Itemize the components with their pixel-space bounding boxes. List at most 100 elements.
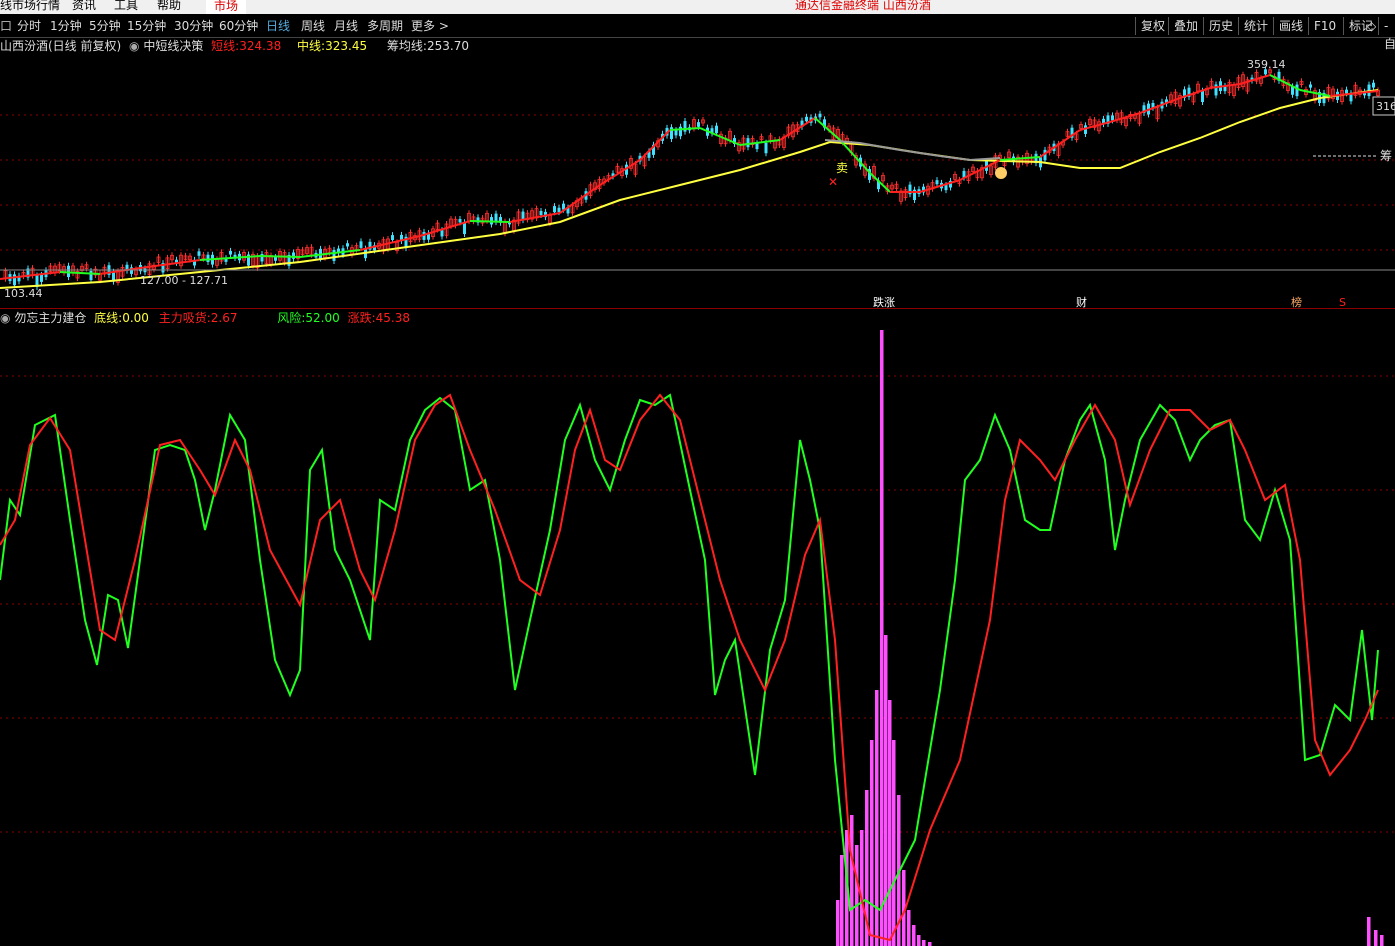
- risk-value: 52.00: [305, 311, 340, 325]
- short-line-segment: [1139, 97, 1181, 114]
- absorb-bar: [917, 935, 921, 946]
- candle-body: [679, 126, 682, 137]
- market-tab[interactable]: 市场: [206, 0, 246, 14]
- money-bag-icon: [995, 167, 1007, 179]
- candle-body: [746, 138, 750, 148]
- sub-grid: [0, 375, 1395, 833]
- short-line-segment: [739, 139, 781, 146]
- short-line-segment: [639, 129, 671, 161]
- candle-body: [674, 130, 678, 136]
- short-line-segment: [919, 179, 961, 193]
- candle-body: [332, 249, 336, 261]
- menu-item-market-quotes[interactable]: 线市场行情: [0, 0, 60, 12]
- overlay-button[interactable]: 叠加: [1168, 17, 1203, 35]
- high-price-mark: 359.14: [1247, 58, 1286, 71]
- absorb-bar: [928, 942, 932, 946]
- candle-body: [805, 116, 808, 122]
- candle-body: [1372, 82, 1375, 88]
- stats-button[interactable]: 统计: [1238, 17, 1273, 35]
- candle-body: [944, 185, 948, 191]
- absorb-bar: [1380, 935, 1384, 946]
- period-tab-1min[interactable]: 1分钟: [50, 15, 82, 37]
- candle-body: [557, 207, 561, 213]
- menu-item-news[interactable]: 资讯: [72, 0, 96, 12]
- draw-button[interactable]: 画线: [1273, 17, 1308, 35]
- candle-body: [391, 235, 394, 241]
- short-line-segment: [959, 159, 1001, 181]
- candle-body: [440, 230, 444, 237]
- low-price-mark-left: 103.44: [4, 287, 43, 300]
- right-price-label: 316: [1376, 100, 1395, 113]
- sub-chart-header: ◉ 勿忘主力建仓 底线:0.00 主力吸货:2.67 风险:52.00 涨跌:4…: [0, 310, 410, 326]
- period-tab-5min[interactable]: 5分钟: [89, 15, 121, 37]
- absorb-bar: [1367, 917, 1371, 946]
- period-tab-daily[interactable]: 日线: [266, 15, 290, 37]
- f10-button[interactable]: F10: [1308, 17, 1341, 35]
- candle-body: [359, 241, 363, 248]
- history-button[interactable]: 历史: [1203, 17, 1238, 35]
- signal-s: S: [1339, 296, 1346, 308]
- period-tab-intraday[interactable]: 分时: [17, 15, 41, 37]
- candle-body: [197, 251, 201, 256]
- candle-body: [89, 270, 93, 281]
- absorb-bar: [860, 830, 864, 946]
- absorb-bar: [850, 815, 854, 946]
- short-line-segment: [259, 255, 301, 258]
- absorb-bar: [912, 925, 916, 946]
- signal-cai: 财: [1076, 295, 1087, 308]
- menu-bar: 线市场行情 资讯 工具 帮助 市场 通达信金融终端 山西汾酒: [0, 0, 1395, 14]
- candle-body: [274, 257, 277, 261]
- absorb-bar: [880, 330, 884, 946]
- period-tab-30min[interactable]: 30分钟: [174, 15, 213, 37]
- candle-body: [755, 143, 759, 150]
- sub-indicator-icon[interactable]: ◉: [0, 311, 10, 325]
- risk-label: 风险:: [277, 311, 306, 325]
- absorb-bar: [892, 740, 896, 946]
- short-line-segment: [469, 220, 511, 223]
- period-toolbar: 口 分时 1分钟 5分钟 15分钟 30分钟 60分钟 日线 周线 月线 多周期…: [0, 15, 1395, 51]
- candle-body: [553, 206, 556, 213]
- rise-fall-value: 45.38: [375, 311, 410, 325]
- price-chart[interactable]: 316 筹 359.14 103.44 127.00 - 127.71 卖 ✕ …: [0, 38, 1395, 308]
- absorb-bar: [907, 910, 911, 946]
- candle-body: [1345, 89, 1348, 94]
- auto-button[interactable]: -自: [1378, 17, 1395, 51]
- period-tab-weekly[interactable]: 周线: [301, 15, 325, 37]
- short-line: [0, 74, 1379, 280]
- candle-body: [818, 113, 822, 118]
- main-absorb-label: 主力吸货:: [158, 311, 211, 325]
- main-grid: [0, 114, 1395, 251]
- menu-item-help[interactable]: 帮助: [157, 0, 181, 12]
- candle-body: [935, 180, 939, 185]
- absorb-bar: [888, 700, 892, 946]
- low-price-mark-mid: 127.00 - 127.71: [140, 274, 228, 287]
- sell-signal-mark: 卖: [836, 161, 848, 175]
- candle-body: [206, 254, 210, 263]
- candle-body: [1295, 84, 1299, 97]
- absorb-bar: [840, 855, 844, 946]
- period-tab-monthly[interactable]: 月线: [334, 15, 358, 37]
- main-absorb-bars: [836, 330, 1384, 946]
- right-chip-label: 筹: [1380, 149, 1392, 163]
- candle-body: [764, 142, 768, 154]
- indicator-chart[interactable]: [0, 326, 1395, 946]
- sub-indicator-title[interactable]: 勿忘主力建仓: [14, 311, 86, 325]
- app-title: 通达信金融终端 山西汾酒: [795, 0, 931, 12]
- candle-body: [40, 274, 43, 282]
- candle-body: [539, 210, 543, 216]
- adjust-button[interactable]: 复权: [1135, 17, 1170, 35]
- candle-body: [13, 274, 16, 286]
- menu-item-tools[interactable]: 工具: [114, 0, 138, 12]
- period-tab-multi[interactable]: 多周期: [367, 15, 403, 37]
- absorb-bar: [836, 900, 840, 946]
- signal-jump-rise: 跌涨: [873, 295, 895, 308]
- period-tab-more[interactable]: 更多 >: [411, 15, 449, 37]
- candle-body: [1201, 90, 1204, 103]
- base-line-value: 0.00: [122, 311, 149, 325]
- period-tab-15min[interactable]: 15分钟: [127, 15, 166, 37]
- short-line-segment: [669, 127, 701, 131]
- panel-separator: [0, 308, 1395, 309]
- period-tab-60min[interactable]: 60分钟: [219, 15, 258, 37]
- toolbar-left-mark[interactable]: 口: [0, 15, 12, 37]
- base-line-label: 底线:: [94, 311, 123, 325]
